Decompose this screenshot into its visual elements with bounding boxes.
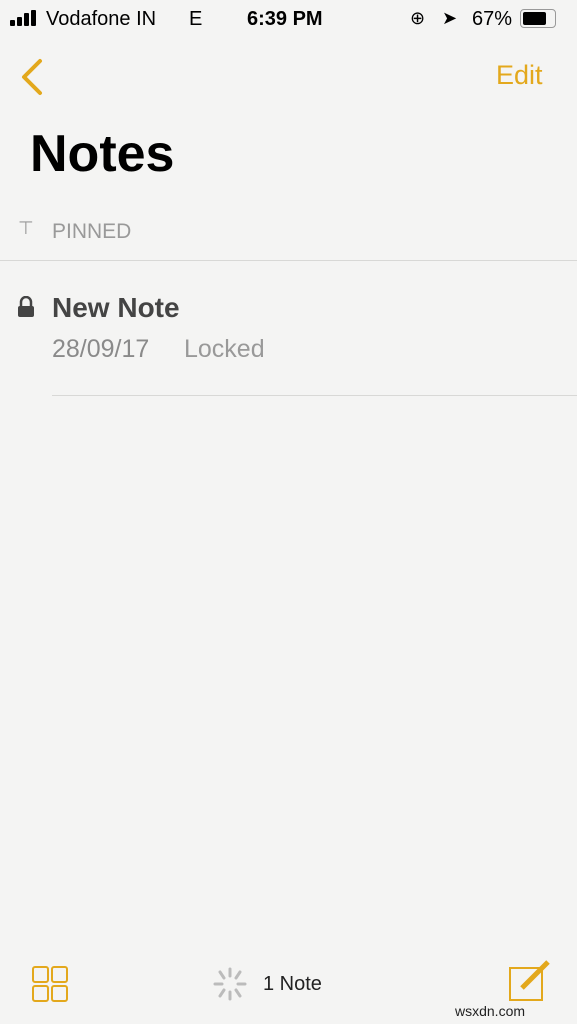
folders-button[interactable]: [32, 966, 68, 1002]
carrier: Vodafone IN: [46, 8, 157, 30]
divider: [52, 395, 577, 396]
note-date: 28/09/17: [52, 335, 150, 363]
note-row[interactable]: New Note 28/09/17 Locked: [0, 262, 577, 395]
network-type: E: [189, 8, 203, 30]
clock: 6:39 PM: [247, 8, 323, 30]
divider: [0, 260, 577, 261]
lock-icon: [18, 296, 34, 317]
watermark: wsxdn.com: [455, 1003, 526, 1019]
note-status: Locked: [184, 335, 265, 363]
pin-icon: ⊤: [18, 218, 34, 238]
page-title: Notes: [30, 125, 175, 183]
back-button[interactable]: [20, 58, 44, 96]
note-title: New Note: [52, 292, 180, 323]
status-bar: Vodafone IN E 6:39 PM ⊕ ➤ 67%: [0, 6, 577, 32]
location-icon: ➤: [442, 8, 458, 28]
rotation-lock-icon: ⊕: [410, 8, 426, 28]
compose-button[interactable]: [508, 958, 554, 1002]
edit-button[interactable]: Edit: [496, 60, 543, 91]
pinned-header: PINNED: [52, 220, 132, 243]
note-count: 1 Note: [263, 973, 322, 995]
battery-percent: 67%: [472, 8, 513, 30]
battery-icon: [520, 9, 556, 28]
signal-icon: [10, 10, 36, 26]
spinner-icon: [213, 967, 247, 1001]
